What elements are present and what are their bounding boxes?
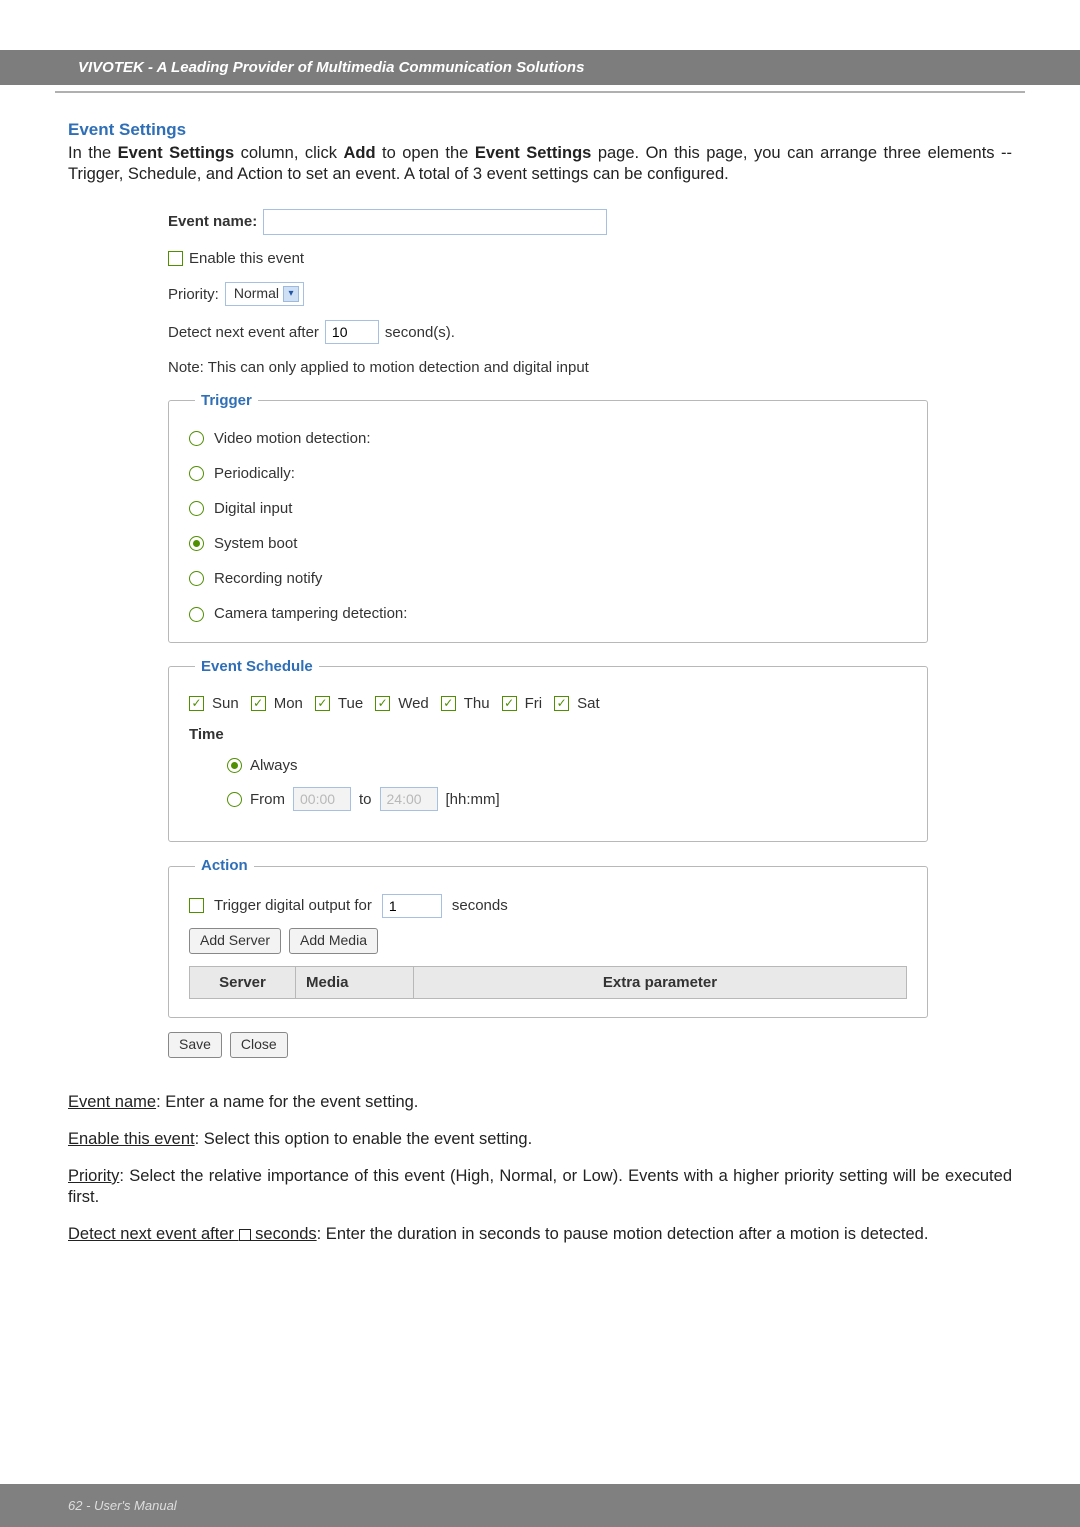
day-label-thu: Thu [464,694,490,713]
radio-system-boot[interactable] [189,536,204,551]
to-time-input[interactable] [380,787,438,811]
from-label: From [250,790,285,809]
trigger-fieldset: Trigger Video motion detection: Periodic… [168,391,928,642]
priority-select[interactable]: Normal ▾ [225,282,304,306]
day-label-mon: Mon [274,694,303,713]
desc-event-name: Event name: Enter a name for the event s… [68,1092,1012,1113]
schedule-fieldset: Event Schedule ✓ Sun ✓ Mon ✓ Tue ✓ Wed ✓ Thu ✓ Fri ✓… [168,657,928,843]
section-intro: In the Event Settings column, click Add … [68,143,1012,185]
add-media-button[interactable]: Add Media [289,928,378,954]
add-server-button[interactable]: Add Server [189,928,281,954]
from-time-input[interactable] [293,787,351,811]
chevron-down-icon: ▾ [283,286,299,302]
action-legend: Action [195,856,254,875]
event-name-label: Event name: [168,212,257,231]
radio-video-motion[interactable] [189,431,204,446]
footer-page-label: 62 - User's Manual [0,1484,1080,1527]
trigger-do-label: Trigger digital output for [214,896,372,915]
enable-event-checkbox[interactable]: ✓ [168,251,183,266]
radio-video-motion-label: Video motion detection: [214,429,371,448]
radio-time-from[interactable] [227,792,242,807]
priority-label: Priority: [168,285,219,304]
radio-tampering[interactable] [189,607,204,622]
trigger-do-suffix: seconds [452,896,508,915]
event-name-input[interactable] [263,209,607,235]
desc-enable-event: Enable this event: Select this option to… [68,1129,1012,1150]
square-placeholder-icon [239,1229,251,1241]
enable-event-label: Enable this event [189,249,304,268]
radio-digital-input[interactable] [189,501,204,516]
radio-digital-input-label: Digital input [214,499,292,518]
day-label-sat: Sat [577,694,600,713]
detect-suffix-label: second(s). [385,323,455,342]
header-divider [55,91,1025,93]
detect-prefix-label: Detect next event after [168,323,319,342]
col-media: Media [296,967,414,998]
radio-time-always[interactable] [227,758,242,773]
col-extra: Extra parameter [414,967,906,998]
day-checkbox-sat[interactable]: ✓ [554,696,569,711]
day-label-wed: Wed [398,694,429,713]
trigger-do-checkbox[interactable]: ✓ [189,898,204,913]
radio-system-boot-label: System boot [214,534,297,553]
day-checkbox-tue[interactable]: ✓ [315,696,330,711]
header-brand: VIVOTEK - A Leading Provider of Multimed… [0,50,1080,85]
section-title: Event Settings [68,119,1012,141]
save-button[interactable]: Save [168,1032,222,1058]
close-button[interactable]: Close [230,1032,288,1058]
radio-periodically-label: Periodically: [214,464,295,483]
day-label-sun: Sun [212,694,239,713]
time-label: Time [189,725,907,744]
note-text: Note: This can only applied to motion de… [168,358,589,377]
day-checkbox-wed[interactable]: ✓ [375,696,390,711]
radio-tampering-label: Camera tampering detection: [214,604,407,623]
trigger-legend: Trigger [195,391,258,410]
to-label: to [359,790,372,809]
day-label-fri: Fri [525,694,543,713]
schedule-legend: Event Schedule [195,657,319,676]
day-checkbox-thu[interactable]: ✓ [441,696,456,711]
radio-time-always-label: Always [250,756,298,775]
hhmm-label: [hh:mm] [446,790,500,809]
day-checkbox-mon[interactable]: ✓ [251,696,266,711]
action-table-header: Server Media Extra parameter [189,966,907,999]
col-server: Server [190,967,296,998]
radio-recording-notify-label: Recording notify [214,569,322,588]
radio-recording-notify[interactable] [189,571,204,586]
desc-detect: Detect next event after seconds: Enter t… [68,1224,1012,1245]
detect-seconds-input[interactable] [325,320,379,344]
action-fieldset: Action ✓ Trigger digital output for seco… [168,856,928,1017]
day-checkbox-fri[interactable]: ✓ [502,696,517,711]
radio-periodically[interactable] [189,466,204,481]
day-label-tue: Tue [338,694,363,713]
desc-priority: Priority: Select the relative importance… [68,1166,1012,1208]
day-checkbox-sun[interactable]: ✓ [189,696,204,711]
priority-value: Normal [234,285,279,303]
trigger-do-seconds-input[interactable] [382,894,442,918]
